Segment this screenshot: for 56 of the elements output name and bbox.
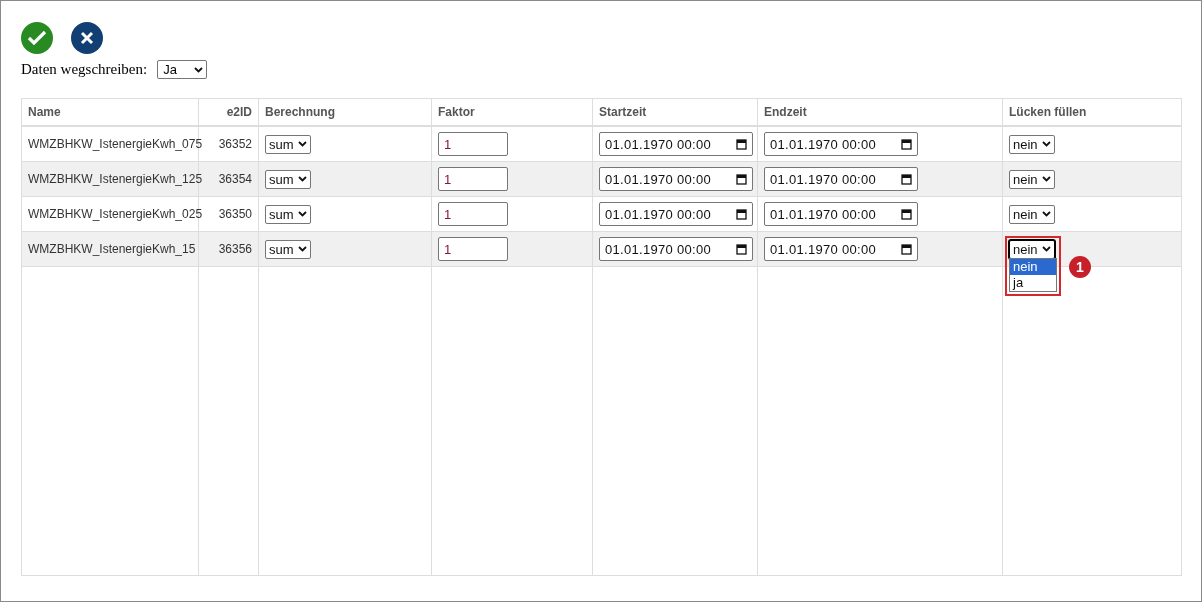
chevron-icon — [1041, 176, 1051, 182]
start-time-field[interactable]: 01.01.1970 00:00 — [599, 132, 753, 156]
calendar-icon — [901, 208, 912, 220]
close-icon — [80, 31, 94, 45]
factor-field[interactable]: 1 — [438, 167, 508, 191]
chevron-icon — [297, 246, 307, 252]
fill-gaps-select[interactable]: nein — [1009, 239, 1055, 259]
write-data-select[interactable]: Ja — [157, 60, 208, 79]
factor-field[interactable]: 1 — [438, 202, 508, 226]
chevron-icon — [297, 211, 307, 217]
calculation-select[interactable]: sum — [265, 239, 311, 259]
calculation-select[interactable]: sum — [265, 204, 311, 224]
column-header: Berechnung — [258, 98, 432, 126]
write-data-label: Daten wegschreiben: — [21, 61, 148, 78]
column-header: Lücken füllen — [1002, 98, 1182, 126]
dropdown-option[interactable]: ja — [1010, 274, 1056, 291]
fill-gaps-select[interactable]: nein — [1009, 204, 1055, 224]
calendar-icon — [901, 173, 912, 185]
calendar-icon — [736, 208, 747, 220]
column-header: e2ID — [198, 98, 259, 126]
calendar-icon — [736, 243, 747, 255]
factor-field[interactable]: 1 — [438, 237, 508, 261]
table-cell: 36356 — [198, 231, 259, 267]
checkmark-icon — [27, 30, 47, 46]
factor-field[interactable]: 1 — [438, 132, 508, 156]
calendar-icon — [901, 138, 912, 150]
column-header: Endzeit — [757, 98, 1003, 126]
confirm-button[interactable] — [21, 22, 53, 54]
start-time-field[interactable]: 01.01.1970 00:00 — [599, 167, 753, 191]
chevron-icon — [1041, 141, 1051, 147]
chevron-icon — [1041, 211, 1051, 217]
chevron-icon — [297, 176, 307, 182]
table-cell: WMZBHKW_IstenergieKwh_15 — [21, 231, 199, 267]
start-time-field[interactable]: 01.01.1970 00:00 — [599, 202, 753, 226]
column-header: Name — [21, 98, 199, 126]
start-time-field[interactable]: 01.01.1970 00:00 — [599, 237, 753, 261]
chevron-icon — [1041, 246, 1051, 252]
annotation-badge: 1 — [1069, 255, 1091, 278]
fill-gaps-select[interactable]: nein — [1009, 134, 1055, 154]
end-time-field[interactable]: 01.01.1970 00:00 — [764, 202, 918, 226]
calendar-icon — [901, 243, 912, 255]
end-time-field[interactable]: 01.01.1970 00:00 — [764, 237, 918, 261]
cancel-button[interactable] — [71, 22, 103, 54]
calculation-select[interactable]: sum — [265, 169, 311, 189]
chevron-icon — [297, 141, 307, 147]
chevron-icon — [194, 66, 204, 73]
calendar-icon — [736, 138, 747, 150]
end-time-field[interactable]: 01.01.1970 00:00 — [764, 167, 918, 191]
calendar-icon — [736, 173, 747, 185]
annotation-frame — [1005, 235, 1061, 296]
fill-gaps-select[interactable]: nein — [1009, 169, 1055, 189]
calculation-select[interactable]: sum — [265, 134, 311, 154]
dropdown-option[interactable]: nein — [1010, 258, 1056, 275]
column-header: Faktor — [431, 98, 593, 126]
column-header: Startzeit — [592, 98, 758, 126]
end-time-field[interactable]: 01.01.1970 00:00 — [764, 132, 918, 156]
